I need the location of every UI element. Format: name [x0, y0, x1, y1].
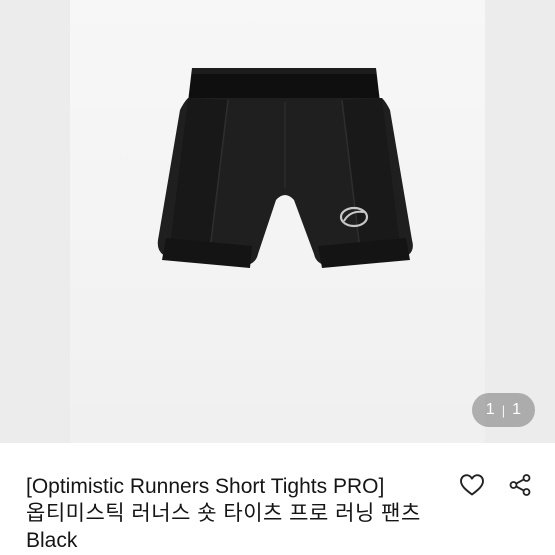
product-title-en: [Optimistic Runners Short Tights PRO]: [26, 475, 385, 498]
image-counter-total: 1: [512, 401, 521, 418]
share-icon: [509, 474, 531, 496]
product-image-gallery[interactable]: 1 | 1: [0, 0, 555, 443]
product-title-ko: 옵티미스틱 러너스 숏 타이츠 프로 러닝 팬츠: [26, 502, 421, 525]
share-button[interactable]: [507, 472, 533, 498]
gallery-edge-right: [485, 0, 555, 443]
like-button[interactable]: [459, 472, 485, 498]
image-counter-separator: |: [501, 402, 506, 418]
image-counter-current: 1: [485, 401, 495, 418]
heart-outline-icon: [460, 474, 484, 496]
gallery-edge-left: [0, 0, 70, 443]
product-image: [157, 68, 413, 268]
image-counter: 1 | 1: [471, 393, 535, 427]
product-actions: [459, 472, 533, 498]
product-color: Black: [26, 529, 78, 552]
product-info: [Optimistic Runners Short Tights PRO] 옵티…: [26, 473, 446, 554]
